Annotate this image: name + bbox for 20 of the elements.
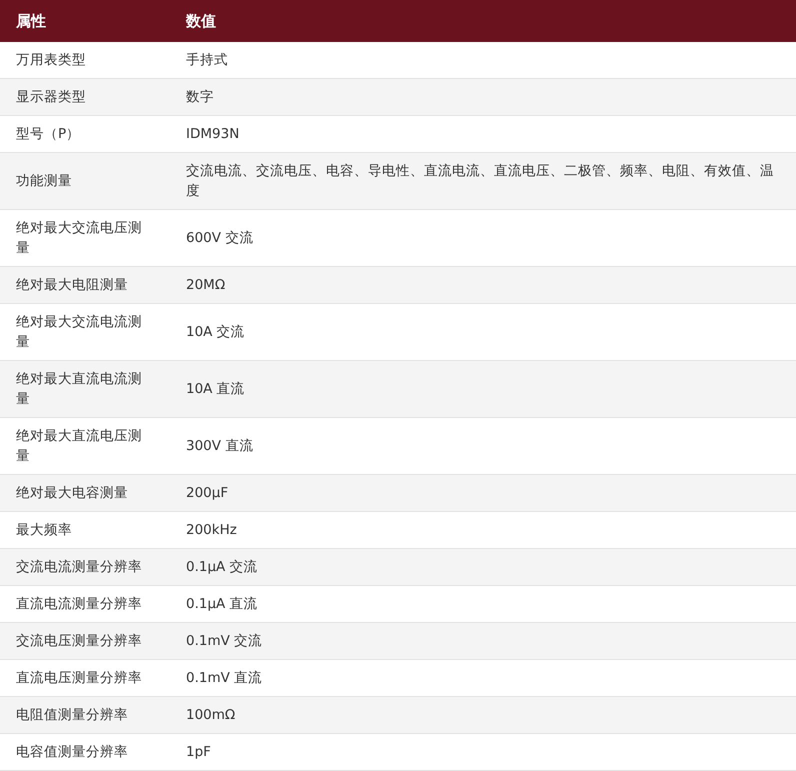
table-cell: 10A 直流 <box>170 360 796 418</box>
table-cell: 20MΩ <box>170 266 796 304</box>
table-cell: 绝对最大电容测量 <box>0 474 170 512</box>
table-cell: 数字 <box>170 78 796 116</box>
table-cell: 0.1mV 交流 <box>170 622 796 660</box>
table-cell: 0.1µA 交流 <box>170 548 796 586</box>
table-cell: 显示器类型 <box>0 78 170 116</box>
table-cell: 绝对最大直流电流测量 <box>0 360 170 418</box>
table-cell: 100mΩ <box>170 696 796 734</box>
table-cell: 交流电压测量分辨率 <box>0 622 170 660</box>
table-cell: 电阻值测量分辨率 <box>0 696 170 734</box>
table-cell: 交流电流测量分辨率 <box>0 548 170 586</box>
table-cell: 200µF <box>170 474 796 512</box>
column-header: 属性 <box>0 0 170 42</box>
table-cell: 交流电流、交流电压、电容、导电性、直流电流、直流电压、二极管、频率、电阻、有效值、温度 <box>170 152 796 210</box>
table-cell: 电容值测量分辨率 <box>0 734 170 770</box>
column-header: 数值 <box>170 0 796 42</box>
table-cell: 绝对最大电阻测量 <box>0 266 170 304</box>
table-cell: 功能测量 <box>0 152 170 210</box>
table-cell: 1pF <box>170 734 796 770</box>
